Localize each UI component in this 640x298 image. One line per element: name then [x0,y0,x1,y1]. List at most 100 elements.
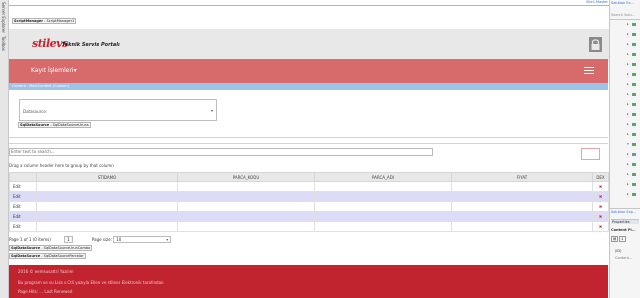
tab-toolbox[interactable]: Toolbox [1,36,6,51]
column-header-stidamo[interactable]: STIDAMO [36,172,178,182]
tree-expand-icon[interactable]: ▸ [627,62,629,66]
file-icon [632,183,636,186]
tree-expand-icon[interactable]: ▸ [627,152,629,156]
file-icon [632,63,636,66]
sqldatasource-type: SqlDataSourceUruns [52,123,89,127]
divider [9,137,608,138]
hamburger-menu-icon[interactable] [584,67,594,75]
main-navbar: Kayıt İşlemleri▾ [9,59,608,83]
edit-link[interactable]: Edit [9,181,37,192]
table-row: Edit ✖ [9,211,609,222]
file-icon [632,53,636,56]
datasource-combo[interactable]: Datasource: ▾ [19,99,217,121]
tree-expand-icon[interactable]: ▸ [627,172,629,176]
tree-expand-icon[interactable]: ▸ [627,82,629,86]
edit-link[interactable]: Edit [9,211,37,222]
sqldatasource-type: SqlDataSourceParcalar [43,254,84,258]
file-icon [632,103,636,106]
pager-summary: Page 1 of 1 (0 items) [9,237,51,242]
file-icon [632,163,636,166]
edit-link[interactable]: Edit [9,201,37,212]
properties-label: Properties [612,220,630,224]
script-manager-tag[interactable]: ScriptManager - ScriptManager1 [12,18,77,24]
solution-search-box[interactable]: Search Solu... [611,13,635,17]
file-icon [632,73,636,76]
alphabetical-icon[interactable]: ↕ [619,236,626,242]
tab-server-explorer[interactable]: Server Explorer [1,2,6,33]
pager-page-button[interactable]: 1 [64,236,73,243]
page-header: stilevs Teknik Servis Portalı [9,29,609,62]
tree-expand-icon[interactable]: ▸ [627,122,629,126]
data-grid: STIDAMO PARCA_KODU PARCA_ADI FIYAT DEX E… [9,172,609,232]
file-icon [632,113,636,116]
delete-icon[interactable]: ✖ [592,211,609,222]
file-icon [632,123,636,126]
categorized-icon[interactable]: ▤ [611,236,619,242]
footer-hits: Page Hits: ... Last Renewed [18,289,73,294]
tree-expand-icon[interactable]: ▸ [627,92,629,96]
file-icon [632,33,636,36]
grid-search-input[interactable]: Enter text to search... [9,148,433,156]
tree-expand-icon[interactable]: ▾ [627,142,629,146]
left-toolbar: Server Explorer Toolbox [0,0,9,298]
page-size-label: Page size: [91,237,112,242]
nav-item-kayit-islemleri[interactable]: Kayıt İşlemleri▾ [31,67,77,74]
solution-explorer-header[interactable]: Solution Ex... [611,1,634,5]
tree-expand-icon[interactable]: ▸ [627,162,629,166]
top-rule [9,5,609,6]
delete-icon[interactable]: ✖ [592,201,609,212]
group-panel: Drag a column header here to group by th… [9,163,114,168]
portal-title: Teknik Servis Portalı [62,42,120,48]
search-button[interactable] [581,148,600,160]
solution-explorer-panel: Solution Ex... Search Solu... ▸ ▸ ▸ ▸ ▸ … [609,0,640,298]
delete-icon[interactable]: ✖ [592,191,609,202]
chevron-down-icon[interactable]: ▾ [211,108,213,113]
properties-object[interactable]: Content Pl... [611,228,636,232]
file-icon [632,43,636,46]
sqldatasource-name: SqlDataSource [11,254,41,258]
tree-expand-icon[interactable]: ▸ [627,192,629,196]
tree-expand-icon[interactable]: ▸ [627,182,629,186]
tree-expand-icon[interactable]: ▸ [627,112,629,116]
property-value[interactable]: Content... [615,256,632,260]
lock-icon[interactable] [589,37,602,52]
page-footer: 2016 © eemsusattri Yazılım Bu program ve… [9,265,608,298]
file-icon [632,173,636,176]
tree-expand-icon[interactable]: ▸ [627,32,629,36]
column-header-parca-kodu[interactable]: PARCA_KODU [177,172,315,182]
property-id: (ID) [615,249,622,253]
column-header-dex[interactable]: DEX [592,172,609,182]
content-placeholder-strip: Content - MainContent (Custom) [9,83,608,90]
file-icon [632,133,636,136]
sqldatasource-urunler-tag[interactable]: SqlDataSource - SqlDataSourceUruns [18,122,91,128]
sqldatasource-type: SqlDataSourceUrunCombo [43,246,91,250]
sqldatasource-parcalar-tag[interactable]: SqlDataSource - SqlDataSourceParcalar [9,253,86,259]
table-row: Edit ✖ [9,221,609,232]
divider [9,143,608,144]
edit-link[interactable]: Edit [9,191,37,202]
tree-expand-icon[interactable]: ▸ [627,42,629,46]
column-header-fiyat[interactable]: FIYAT [451,172,593,182]
sqldatasource-uruncombo-tag[interactable]: SqlDataSource - SqlDataSourceUrunCombo [9,245,93,251]
delete-icon[interactable]: ✖ [592,221,609,232]
tree-expand-icon[interactable]: ▸ [627,52,629,56]
file-icon [632,153,636,156]
sqldatasource-name: SqlDataSource [11,246,41,250]
delete-icon[interactable]: ✖ [592,181,609,192]
properties-tab[interactable]: Properties [611,219,639,224]
column-header-parca-adi[interactable]: PARCA_ADI [314,172,452,182]
page-size-select[interactable]: 10 [113,236,172,243]
footer-license: Bu program ve su Lisa s.Ctli yazıyla Ell… [18,280,164,285]
solution-explorer-tab[interactable]: Solution Exp... [611,210,636,214]
file-icon [632,83,636,86]
tree-expand-icon[interactable]: ▸ [627,132,629,136]
file-icon [632,23,636,26]
datasource-label: Datasource: [23,109,48,114]
content-placeholder-tag[interactable]: Content - MainContent (Custom) [12,84,69,88]
column-header[interactable] [9,172,37,182]
file-icon [632,143,636,146]
tree-expand-icon[interactable]: ▸ [627,102,629,106]
tree-expand-icon[interactable]: ▸ [627,22,629,26]
edit-link[interactable]: Edit [9,221,37,232]
tree-expand-icon[interactable]: ▸ [627,72,629,76]
